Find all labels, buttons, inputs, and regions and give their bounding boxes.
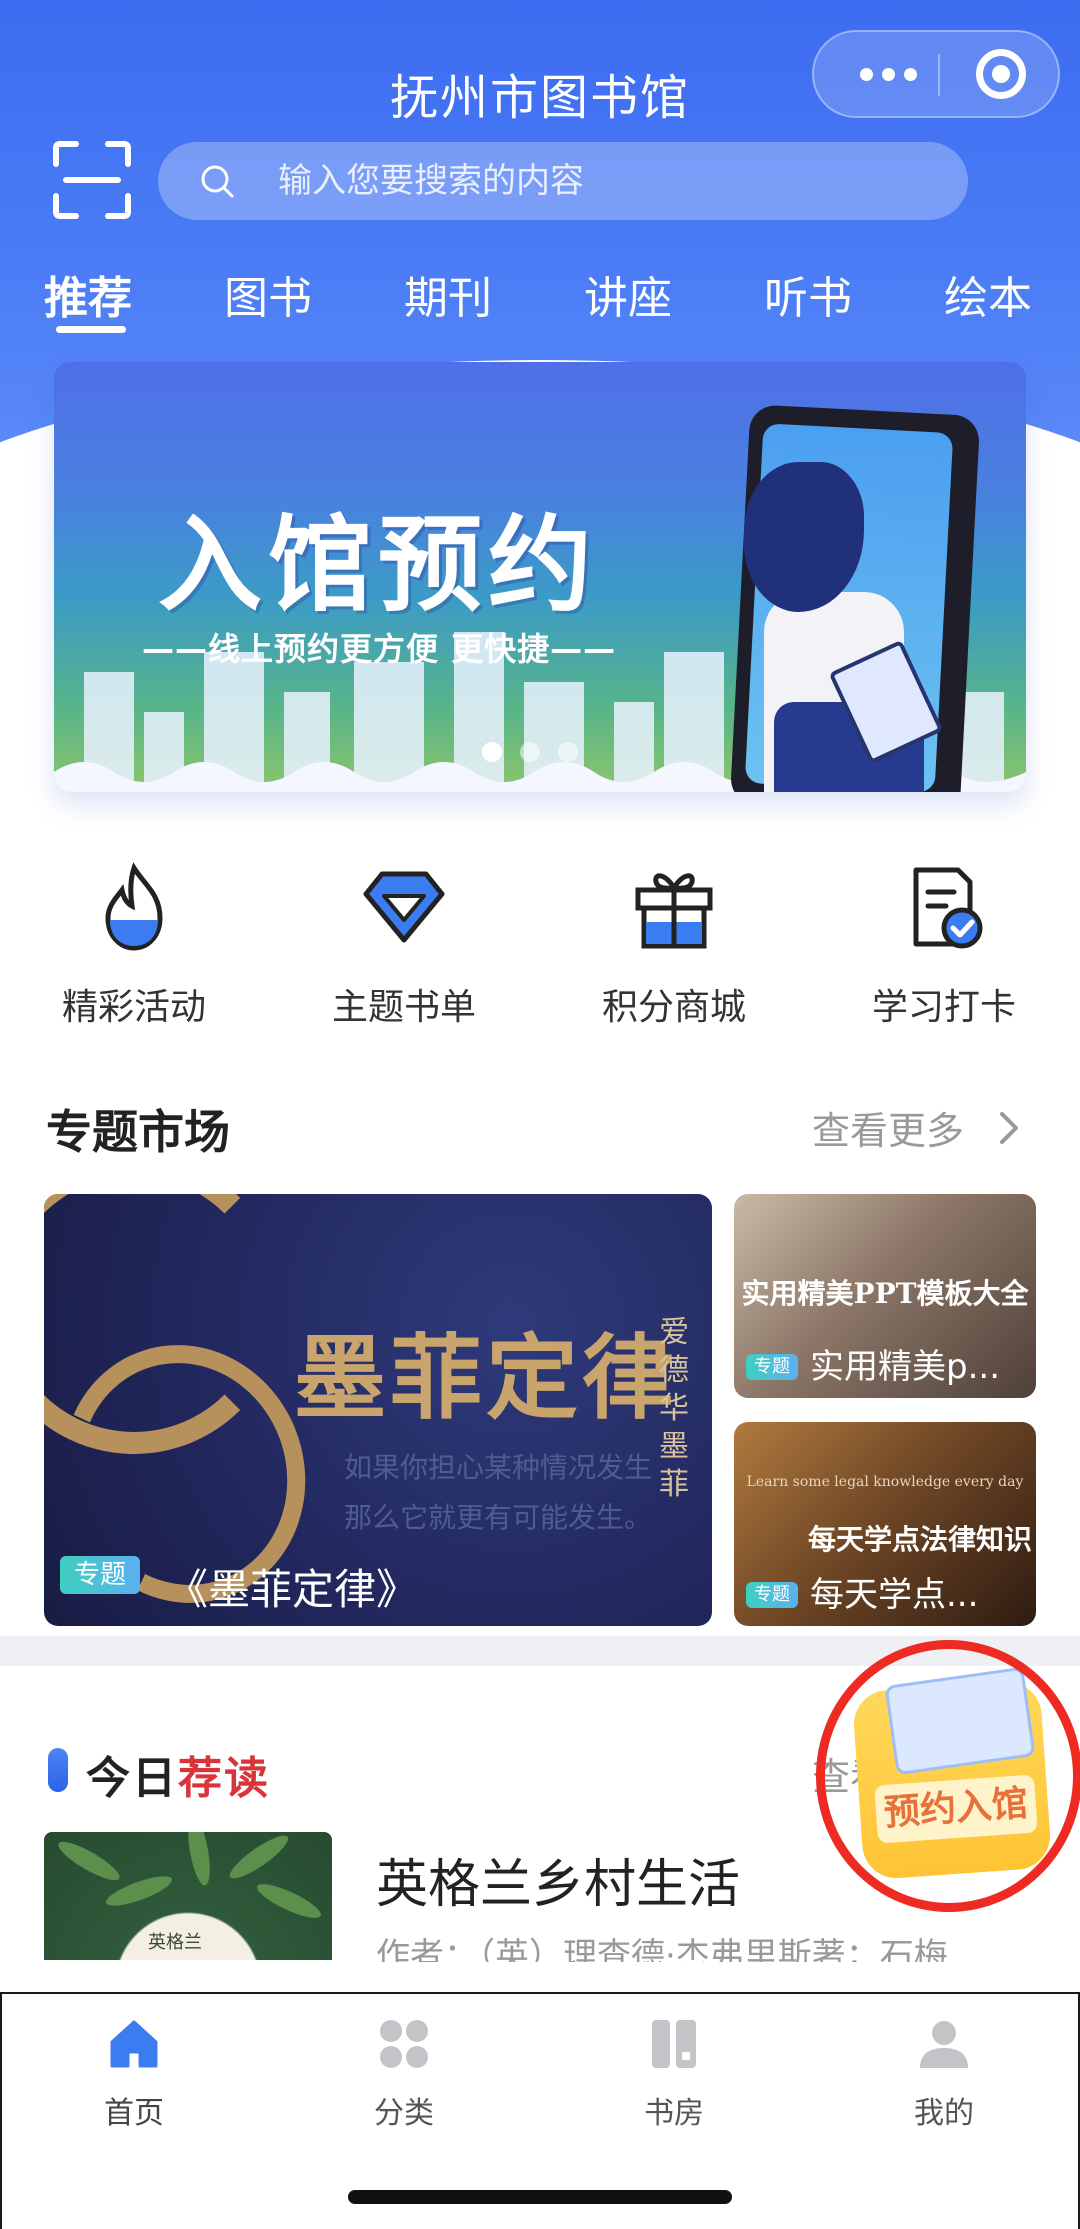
active-tab-indicator <box>56 326 126 333</box>
nav-mine[interactable]: 我的 <box>844 2016 1044 2132</box>
user-icon <box>920 2021 968 2068</box>
section-title-topics: 专题市场 <box>46 1105 230 1159</box>
topic-name: 实用精美p... <box>810 1347 1001 1387</box>
nav-label: 分类 <box>374 2096 434 2131</box>
scan-icon[interactable] <box>52 140 132 220</box>
topics-more-link[interactable]: 查看更多 <box>812 1100 964 1155</box>
highlight-circle <box>816 1640 1080 1912</box>
tab-journals[interactable]: 期刊 <box>404 262 492 326</box>
nav-label: 书房 <box>644 2096 704 2131</box>
entry-label: 主题书单 <box>331 987 476 1028</box>
nav-category[interactable]: 分类 <box>304 2016 504 2132</box>
topic-tag: 专题 <box>746 1354 798 1380</box>
search-placeholder: 输入您要搜索的内容 <box>278 161 584 201</box>
home-icon <box>110 2020 158 2068</box>
topic-image-author: 爱德华 墨菲 <box>659 1315 689 1502</box>
carousel-dot[interactable] <box>482 742 502 762</box>
home-indicator <box>348 2190 732 2204</box>
tab-books[interactable]: 图书 <box>224 262 312 326</box>
topic-card-ppt[interactable]: 实用精美PPT模板大全 专题 实用精美p... <box>734 1194 1036 1398</box>
today-title-suffix: 荐读 <box>178 1753 270 1804</box>
topic-name: 每天学点... <box>810 1575 979 1615</box>
diamond-icon <box>363 871 445 943</box>
entry-theme-booklist[interactable]: 主题书单 <box>304 860 504 1030</box>
nav-label: 首页 <box>104 2096 164 2131</box>
nav-label: 我的 <box>914 2096 974 2131</box>
flame-icon <box>105 862 163 951</box>
nav-home[interactable]: 首页 <box>34 2016 234 2132</box>
book-cover[interactable]: 英格兰 <box>44 1832 332 1960</box>
category-icon <box>380 2020 428 2068</box>
today-accent-bar <box>48 1748 68 1792</box>
topic-image-line: 那么它就更有可能发生。 <box>344 1501 653 1534</box>
entry-study-checkin[interactable]: 学习打卡 <box>844 860 1044 1030</box>
tab-audiobooks[interactable]: 听书 <box>764 262 852 326</box>
topic-card-law[interactable]: Learn some legal knowledge every day 每天学… <box>734 1422 1036 1626</box>
leaf-decoration <box>184 1832 214 1888</box>
entry-points-mall[interactable]: 积分商城 <box>574 860 774 1030</box>
topic-image-line: 如果你担心某种情况发生 <box>344 1451 653 1484</box>
miniprogram-capsule <box>812 30 1060 118</box>
search-input[interactable]: 输入您要搜索的内容 <box>158 142 968 220</box>
tab-picture-books[interactable]: 绘本 <box>944 262 1032 326</box>
search-icon <box>201 165 234 198</box>
banner-subtitle: ——线上预约更方便 更快捷—— <box>142 630 617 668</box>
chevron-right-icon[interactable] <box>996 1108 1024 1148</box>
more-menu-icon[interactable] <box>838 32 938 116</box>
entry-label: 精彩活动 <box>61 987 206 1028</box>
carousel-dots <box>482 742 578 762</box>
close-target-icon[interactable] <box>976 49 1026 99</box>
entry-label: 学习打卡 <box>871 987 1016 1028</box>
carousel-dot[interactable] <box>558 742 578 762</box>
scroll-cutoff <box>0 1962 1080 1992</box>
topic-image-subtitle: Learn some legal knowledge every day <box>746 1474 1024 1490</box>
leaf-decoration <box>54 1835 124 1887</box>
leaf-decoration <box>253 1878 325 1924</box>
gift-icon <box>635 873 713 949</box>
carousel-dot[interactable] <box>520 742 540 762</box>
category-tabs: 推荐 图书 期刊 讲座 听书 绘本 <box>0 262 1080 342</box>
section-title-today: 今日荐读 <box>86 1742 270 1806</box>
topic-image-title: 墨菲定律 <box>294 1324 679 1432</box>
topic-tag: 专题 <box>60 1556 141 1594</box>
banner-carousel[interactable]: 入馆预约 ——线上预约更方便 更快捷—— <box>54 362 1026 792</box>
bookshelf-icon <box>652 2020 696 2068</box>
entry-label: 积分商城 <box>601 987 746 1028</box>
tab-lectures[interactable]: 讲座 <box>584 262 672 326</box>
entry-activities[interactable]: 精彩活动 <box>34 860 234 1030</box>
topic-tag: 专题 <box>746 1582 798 1608</box>
checkin-doc-icon <box>913 867 983 949</box>
topic-name[interactable]: 《墨菲定律》 <box>166 1556 418 1617</box>
nav-bookshelf[interactable]: 书房 <box>574 2016 774 2132</box>
book-title[interactable]: 英格兰乡村生活 <box>376 1842 740 1917</box>
banner-title: 入馆预约 <box>158 503 599 626</box>
tab-recommend[interactable]: 推荐 <box>44 262 132 326</box>
topic-image-title: 实用精美PPT模板大全 <box>741 1277 1029 1310</box>
capsule-divider <box>938 54 940 96</box>
today-title-prefix: 今日 <box>86 1753 178 1804</box>
leaf-decoration <box>225 1832 293 1885</box>
book-cover-text: 英格兰 <box>148 1932 202 1953</box>
topic-image-title: 每天学点法律知识 <box>807 1523 1032 1556</box>
